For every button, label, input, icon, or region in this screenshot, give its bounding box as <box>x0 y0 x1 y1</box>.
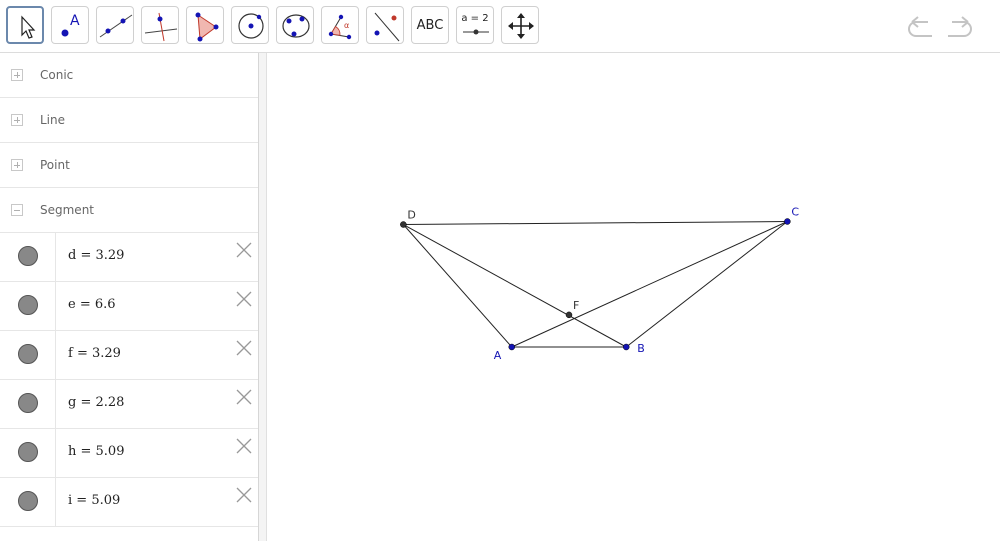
group-line[interactable]: Line <box>0 98 258 143</box>
move-graphics-view-tool-button[interactable] <box>501 6 539 44</box>
algebra-row[interactable]: i = 5.09 <box>0 478 258 527</box>
circle-three-points-tool-button[interactable] <box>276 6 314 44</box>
polygon-tool-button[interactable] <box>186 6 224 44</box>
angle-tool-label: α <box>344 21 350 30</box>
algebra-row[interactable]: d = 3.29 <box>0 233 258 282</box>
angle-icon <box>328 14 352 40</box>
move-arrows-icon <box>508 13 534 39</box>
move-tool-button[interactable] <box>6 6 44 44</box>
marble-icon <box>18 295 38 315</box>
point-tool-label: A <box>70 13 80 29</box>
group-label: Line <box>40 113 66 127</box>
segment-AC[interactable] <box>511 221 788 348</box>
undo-redo-group <box>906 12 986 42</box>
point-label-C: C <box>791 206 799 219</box>
circle-center-icon <box>238 13 264 39</box>
visibility-toggle[interactable] <box>0 478 56 526</box>
perpendicular-line-icon <box>144 12 178 42</box>
arrow-cursor-icon <box>21 15 36 39</box>
marble-icon <box>18 344 38 364</box>
close-icon[interactable] <box>234 289 254 309</box>
visibility-toggle[interactable] <box>0 282 56 330</box>
line-tool-button[interactable] <box>96 6 134 44</box>
visibility-toggle[interactable] <box>0 429 56 477</box>
line-through-points-icon <box>99 14 133 38</box>
algebra-value[interactable]: d = 3.29 <box>68 233 124 279</box>
algebra-view: Conic Line Point Segment d = 3.29 e = 6.… <box>0 53 259 541</box>
reflect-tool-button[interactable] <box>366 6 404 44</box>
text-tool-label: ABC <box>416 17 444 33</box>
point-D[interactable] <box>400 221 407 228</box>
close-icon[interactable] <box>234 387 254 407</box>
angle-tool-button[interactable]: α <box>321 6 359 44</box>
point-label-F: F <box>573 299 579 312</box>
point-B[interactable] <box>622 343 630 351</box>
circle-three-points-icon <box>282 14 310 38</box>
undo-icon[interactable] <box>906 12 936 42</box>
marble-icon <box>18 491 38 511</box>
marble-icon <box>18 442 38 462</box>
algebra-row[interactable]: f = 3.29 <box>0 331 258 380</box>
text-tool-button[interactable]: ABC <box>411 6 449 44</box>
slider-icon <box>463 29 489 35</box>
point-A[interactable] <box>508 343 516 351</box>
point-label-A: A <box>494 349 502 362</box>
algebra-row[interactable]: g = 2.28 <box>0 380 258 429</box>
close-icon[interactable] <box>234 338 254 358</box>
group-segment[interactable]: Segment <box>0 188 258 233</box>
redo-icon[interactable] <box>944 12 974 42</box>
point-label-D: D <box>407 209 415 222</box>
panel-resize-handle[interactable] <box>259 53 267 541</box>
expand-icon[interactable] <box>11 69 23 81</box>
visibility-toggle[interactable] <box>0 233 56 281</box>
segment-CD[interactable] <box>403 221 788 226</box>
toolbar: A α ABC a = 2 <box>0 0 1000 53</box>
algebra-value[interactable]: g = 2.28 <box>68 380 124 426</box>
group-label: Point <box>40 158 70 172</box>
close-icon[interactable] <box>234 240 254 260</box>
group-label: Segment <box>40 203 94 217</box>
point-label-B: B <box>637 342 645 355</box>
algebra-row[interactable]: h = 5.09 <box>0 429 258 478</box>
close-icon[interactable] <box>234 485 254 505</box>
algebra-value[interactable]: e = 6.6 <box>68 282 116 328</box>
marble-icon <box>18 246 38 266</box>
graphics-view[interactable]: A B C D F <box>267 53 1000 541</box>
group-point[interactable]: Point <box>0 143 258 188</box>
marble-icon <box>18 393 38 413</box>
point-C[interactable] <box>784 218 791 225</box>
visibility-toggle[interactable] <box>0 380 56 428</box>
close-icon[interactable] <box>234 436 254 456</box>
algebra-value[interactable]: i = 5.09 <box>68 478 120 524</box>
point-tool-button[interactable]: A <box>51 6 89 44</box>
circle-center-point-tool-button[interactable] <box>231 6 269 44</box>
group-conic[interactable]: Conic <box>0 53 258 98</box>
expand-icon[interactable] <box>11 114 23 126</box>
collapse-icon[interactable] <box>11 204 23 216</box>
expand-icon[interactable] <box>11 159 23 171</box>
point-F[interactable] <box>565 311 573 319</box>
reflect-about-line-icon <box>374 12 400 42</box>
algebra-value[interactable]: h = 5.09 <box>68 429 124 475</box>
segment-DA[interactable] <box>402 224 513 348</box>
group-label: Conic <box>40 68 74 82</box>
perpendicular-line-tool-button[interactable] <box>141 6 179 44</box>
visibility-toggle[interactable] <box>0 331 56 379</box>
polygon-icon <box>195 12 219 42</box>
algebra-value[interactable]: f = 3.29 <box>68 331 121 377</box>
slider-tool-button[interactable]: a = 2 <box>456 6 494 44</box>
algebra-row[interactable]: e = 6.6 <box>0 282 258 331</box>
segment-DB[interactable] <box>403 224 627 348</box>
